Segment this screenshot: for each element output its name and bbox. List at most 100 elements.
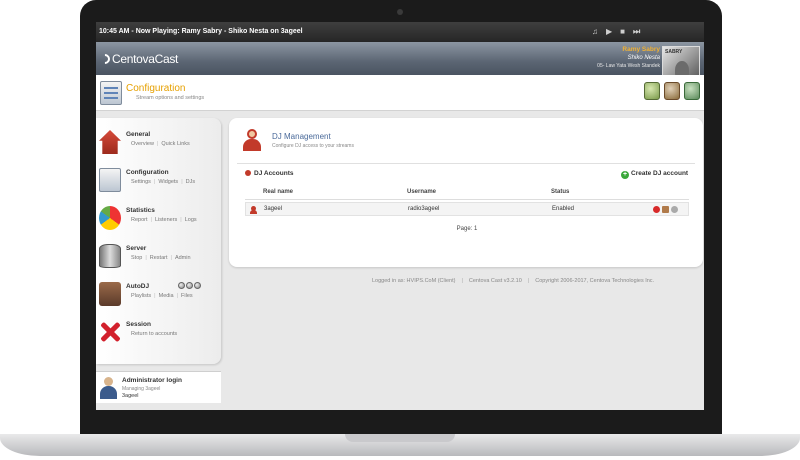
link-settings[interactable]: Settings [131, 179, 151, 185]
panel-subtitle: Configure DJ access to your streams [272, 143, 354, 149]
link-logs[interactable]: Logs [185, 217, 197, 223]
autodj-icon [99, 282, 121, 306]
player-controls: ♫ ▶ ■ ⏭ [592, 22, 640, 42]
link-report[interactable]: Report [131, 217, 148, 223]
link-djs[interactable]: DJs [186, 179, 195, 185]
autodj-prev-icon[interactable] [178, 282, 185, 289]
table-row[interactable]: 3ageel radio3ageel Enabled [245, 202, 689, 216]
panel-title: DJ Management [272, 132, 331, 141]
link-listeners[interactable]: Listeners [155, 217, 177, 223]
footer-version: Centova Cast v3.2.10 [468, 278, 522, 284]
sidebar-item-links: Report | Listeners | Logs [131, 217, 197, 223]
sidebar-item-session[interactable]: Session Return to accounts [96, 316, 221, 354]
admin-title: Administrator login [122, 377, 182, 384]
column-header-status[interactable]: Status [551, 189, 569, 195]
footer: Logged in as: HVIPS.CoM (Client) | Centova… [372, 278, 655, 284]
home-icon [99, 130, 121, 154]
track-album: 05- Law Yata Wesh Standek [597, 63, 660, 69]
header-tools [644, 82, 700, 100]
track-info: Ramy Sabry Shiko Nesta 05- Law Yata Wesh… [597, 46, 660, 70]
link-files[interactable]: Files [181, 293, 193, 299]
signal-arc-icon [97, 51, 113, 67]
close-x-icon [99, 320, 121, 344]
dj-person-icon [243, 129, 261, 151]
link-media[interactable]: Media [159, 293, 174, 299]
link-admin[interactable]: Admin [175, 255, 191, 261]
tools-wrench-icon[interactable] [644, 82, 660, 100]
album-art-label: SABRY [665, 49, 683, 55]
admin-avatar-icon [100, 377, 117, 399]
pagination: Page: 1 [456, 226, 478, 232]
link-return-to-accounts[interactable]: Return to accounts [131, 331, 177, 337]
footer-logged-in: Logged in as: HVIPS.CoM (Client) [372, 278, 456, 284]
link-overview[interactable]: Overview [131, 141, 154, 147]
page-header: Configuration Stream options and setting… [96, 75, 704, 111]
dj-management-panel: DJ Management Configure DJ access to you… [229, 118, 703, 267]
divider [237, 163, 695, 164]
autodj-play-icon[interactable] [186, 282, 193, 289]
dj-person-icon [250, 206, 257, 214]
sidebar-item-title: AutoDJ [126, 283, 150, 290]
column-header-username[interactable]: Username [407, 189, 436, 195]
link-stop[interactable]: Stop [131, 255, 142, 261]
page-subtitle: Stream options and settings [136, 95, 205, 101]
sidebar-item-configuration[interactable]: Configuration Settings | Widgets | DJs [96, 164, 221, 202]
create-dj-account-label: Create DJ account [631, 170, 689, 177]
now-playing-bar: 10:45 AM - Now Playing: Ramy Sabry - Shi… [96, 22, 704, 42]
footer-copyright: Copyright 2006-2017, Centova Technologie… [535, 278, 655, 284]
cell-real-name: 3ageel [264, 206, 283, 212]
tools-settings-icon[interactable] [664, 82, 680, 100]
sidebar-item-links: Overview | Quick Links [131, 141, 190, 147]
plus-icon: + [621, 171, 629, 179]
play-icon[interactable]: ▶ [606, 22, 612, 42]
track-artist: Ramy Sabry [622, 46, 660, 53]
admin-username: 3ageel [122, 393, 139, 399]
brand-logo[interactable]: CentovaCast [97, 51, 179, 67]
delete-icon[interactable] [653, 206, 660, 213]
sidebar-item-links: Settings | Widgets | DJs [131, 179, 196, 185]
link-restart[interactable]: Restart [150, 255, 168, 261]
link-playlists[interactable]: Playlists [131, 293, 151, 299]
autodj-stop-icon[interactable] [194, 282, 201, 289]
row-actions [653, 206, 678, 213]
edit-icon[interactable] [662, 206, 669, 213]
stop-icon[interactable]: ■ [620, 22, 625, 42]
sidebar: General Overview | Quick Links Configurati… [96, 118, 221, 364]
now-playing-text: 10:45 AM - Now Playing: Ramy Sabry - Shi… [99, 28, 303, 35]
microphone-icon [99, 244, 121, 268]
track-title: Shiko Nesta [627, 55, 660, 61]
screen: 10:45 AM - Now Playing: Ramy Sabry - Shi… [96, 22, 704, 410]
admin-subtitle: Managing 3ageel [122, 386, 161, 392]
sidebar-item-statistics[interactable]: Statistics Report | Listeners | Logs [96, 202, 221, 240]
create-dj-account-button[interactable]: + Create DJ account [621, 170, 688, 179]
cell-status: Enabled [552, 206, 575, 212]
admin-login-box: Administrator login Managing 3ageel 3age… [96, 371, 221, 403]
camera-dot [397, 9, 403, 15]
dj-accounts-label: DJ Accounts [254, 170, 294, 177]
music-note-icon[interactable]: ♫ [592, 22, 598, 42]
sidebar-item-server[interactable]: Server Stop | Restart | Admin [96, 240, 221, 278]
settings-icon[interactable] [671, 206, 678, 213]
dj-accounts-table: Real name Username Status 3ageel radio3a… [245, 186, 689, 232]
configuration-icon [99, 168, 121, 192]
tools-refresh-icon[interactable] [684, 82, 700, 100]
page-title: Configuration [126, 83, 186, 94]
sidebar-item-general[interactable]: General Overview | Quick Links [96, 126, 221, 164]
column-header-real-name[interactable]: Real name [263, 189, 293, 195]
dj-accounts-heading: DJ Accounts [245, 170, 294, 177]
sidebar-item-links: Stop | Restart | Admin [131, 255, 191, 261]
link-quick-links[interactable]: Quick Links [161, 141, 189, 147]
pie-chart-icon [99, 206, 121, 230]
brand-logo-text: CentovaCast [112, 52, 179, 66]
next-icon[interactable]: ⏭ [633, 22, 640, 42]
sidebar-item-title: Statistics [126, 207, 155, 214]
sidebar-item-title: Session [126, 321, 151, 328]
autodj-controls [178, 282, 201, 289]
sidebar-item-title: Configuration [126, 169, 169, 176]
sidebar-item-autodj[interactable]: AutoDJ Playlists | Media | Files [96, 278, 221, 316]
link-widgets[interactable]: Widgets [158, 179, 178, 185]
configuration-icon [100, 81, 122, 105]
sidebar-item-title: General [126, 131, 151, 138]
sidebar-item-links: Playlists | Media | Files [131, 293, 193, 299]
sidebar-item-links: Return to accounts [131, 331, 177, 337]
